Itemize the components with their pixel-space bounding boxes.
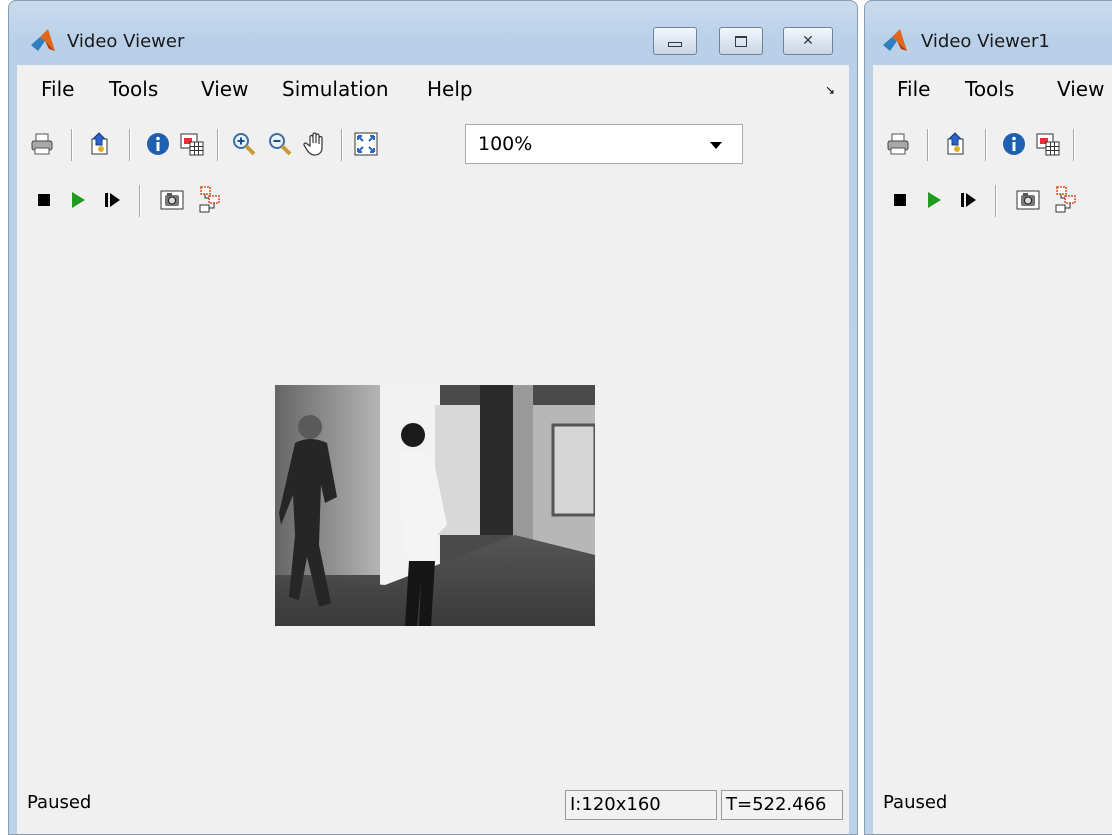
play-icon[interactable]: [63, 185, 93, 215]
video-viewer1-window: Video Viewer1 File Tools View Paused: [864, 0, 1112, 835]
print-icon[interactable]: [27, 129, 57, 159]
stop-icon[interactable]: [885, 185, 915, 215]
close-icon: ✕: [802, 33, 814, 49]
title-bar[interactable]: Video Viewer1: [865, 1, 1112, 65]
toolbar-separator: [129, 129, 130, 161]
menu-tools[interactable]: Tools: [965, 77, 1014, 101]
parameters-icon[interactable]: [941, 129, 971, 159]
window-client: File Tools View Paused: [873, 65, 1112, 834]
main-toolbar: [873, 117, 1112, 175]
menu-simulation[interactable]: Simulation: [282, 77, 389, 101]
step-forward-icon[interactable]: [953, 185, 983, 215]
menu-file[interactable]: File: [897, 77, 930, 101]
time-indicator: T=522.466: [721, 790, 843, 820]
playback-toolbar: [17, 175, 849, 233]
undock-icon[interactable]: ↘: [825, 83, 835, 97]
zoom-out-icon[interactable]: [265, 129, 295, 159]
matlab-logo-icon: [881, 27, 909, 55]
menu-help[interactable]: Help: [427, 77, 473, 101]
zoom-dropdown[interactable]: 100%: [465, 124, 743, 164]
step-forward-icon[interactable]: [97, 185, 127, 215]
matlab-logo-icon: [29, 27, 57, 55]
video-frame-image: [275, 385, 595, 626]
minimize-icon: [668, 41, 682, 47]
chevron-down-icon: [710, 142, 722, 149]
status-bar: Paused: [873, 778, 1112, 834]
menu-tools[interactable]: Tools: [109, 77, 158, 101]
toolbar-separator: [71, 129, 72, 161]
window-title: Video Viewer: [67, 31, 185, 52]
stop-icon[interactable]: [29, 185, 59, 215]
toolbar-separator: [927, 129, 928, 161]
print-icon[interactable]: [883, 129, 913, 159]
info-icon[interactable]: [143, 129, 173, 159]
video-frame[interactable]: [275, 385, 595, 626]
menu-file[interactable]: File: [41, 77, 74, 101]
menu-view[interactable]: View: [201, 77, 248, 101]
highlight-block-icon[interactable]: [1051, 185, 1081, 215]
playback-toolbar: [873, 175, 1112, 233]
snapshot-icon[interactable]: [1013, 185, 1043, 215]
pan-icon[interactable]: [301, 129, 331, 159]
restore-button[interactable]: [719, 27, 763, 55]
video-display-area: [17, 233, 849, 778]
snapshot-icon[interactable]: [157, 185, 187, 215]
toolbar-separator: [341, 129, 342, 161]
video-display-area: [873, 233, 1112, 778]
window-title: Video Viewer1: [921, 31, 1050, 52]
parameters-icon[interactable]: [85, 129, 115, 159]
menu-bar: File Tools View: [873, 65, 1112, 117]
highlight-block-icon[interactable]: [195, 185, 225, 215]
info-icon[interactable]: [999, 129, 1029, 159]
main-toolbar: 100%: [17, 117, 849, 175]
title-bar[interactable]: Video Viewer ✕: [9, 1, 857, 65]
menu-view[interactable]: View: [1057, 77, 1104, 101]
toolbar-separator: [995, 185, 996, 217]
status-text: Paused: [27, 792, 92, 813]
pixel-region-icon[interactable]: [177, 129, 207, 159]
play-icon[interactable]: [919, 185, 949, 215]
fit-to-view-icon[interactable]: [351, 129, 381, 159]
status-text: Paused: [883, 792, 948, 813]
image-size-indicator: I:120x160: [565, 790, 717, 820]
toolbar-separator: [217, 129, 218, 161]
restore-icon: [735, 35, 747, 47]
zoom-value: 100%: [478, 133, 533, 155]
close-button[interactable]: ✕: [783, 27, 833, 55]
toolbar-separator: [1073, 129, 1074, 161]
window-client: File Tools View Simulation Help ↘ 100% P…: [17, 65, 849, 834]
minimize-button[interactable]: [653, 27, 697, 55]
status-bar: Paused I:120x160 T=522.466: [17, 778, 849, 834]
toolbar-separator: [985, 129, 986, 161]
video-viewer-window: Video Viewer ✕ File Tools View Simulatio…: [8, 0, 858, 835]
zoom-in-icon[interactable]: [229, 129, 259, 159]
pixel-region-icon[interactable]: [1033, 129, 1063, 159]
menu-bar: File Tools View Simulation Help ↘: [17, 65, 849, 117]
toolbar-separator: [139, 185, 140, 217]
